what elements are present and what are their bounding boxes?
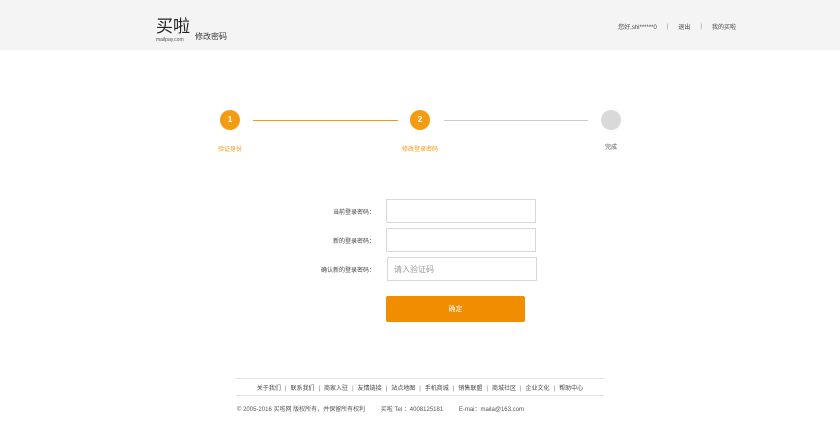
- footer-divider: |: [284, 386, 287, 392]
- step-1-label: 验证身份: [217, 147, 243, 153]
- copyright-line: © 2005-2016 买啦网 版权所有，并保留所有权利 买啦 Tel ：400…: [237, 404, 538, 413]
- footer-divider: |: [385, 386, 388, 392]
- confirm-password-row: 确认新的登录密码：: [0, 257, 840, 281]
- current-password-row: 当前登录密码：: [0, 199, 840, 223]
- step-connector-1: [253, 120, 398, 121]
- footer-divider-bottom: [236, 395, 604, 396]
- footer-divider: |: [553, 386, 556, 392]
- new-password-field[interactable]: [386, 228, 536, 252]
- footer-link-help[interactable]: 帮助中心: [559, 386, 583, 392]
- page-title: 修改密码: [195, 32, 227, 41]
- footer-link-merchant[interactable]: 商家入驻: [324, 386, 348, 392]
- current-password-label: 当前登录密码：: [332, 210, 375, 216]
- footer-links: 关于我们 | 联系我们 | 商家入驻 | 友情链接 | 站点地图 | 手机商城 | 销售联盟 | 商城社区 |…: [236, 383, 604, 392]
- logout-link[interactable]: 退出: [678, 22, 690, 31]
- copyright-text: © 2005-2016 买啦网 版权所有，并保留所有权利: [237, 407, 366, 413]
- nav-divider: |: [666, 23, 669, 30]
- footer-link-culture[interactable]: 企业文化: [526, 386, 550, 392]
- footer-divider: |: [318, 386, 321, 392]
- footer-link-community[interactable]: 商城社区: [492, 386, 516, 392]
- user-nav: 您好,shi******0 | 退出 | 我的买啦: [618, 22, 736, 32]
- step-2-label: 修改登录密码: [401, 147, 439, 153]
- footer-link-contact[interactable]: 联系我们: [290, 386, 314, 392]
- step-3-label: 完成: [604, 145, 618, 151]
- confirm-button[interactable]: 确定: [386, 296, 525, 322]
- step-1-circle: 1: [220, 110, 240, 130]
- footer-divider: |: [352, 386, 354, 392]
- footer-link-about[interactable]: 关于我们: [257, 386, 281, 392]
- footer-divider: |: [519, 386, 522, 392]
- confirm-password-label: 确认新的登录密码：: [320, 268, 375, 274]
- new-password-label: 新的登录密码：: [332, 239, 375, 245]
- footer-email: E-mai：maila@163.com: [458, 407, 524, 413]
- step-2-circle: 2: [410, 110, 430, 130]
- footer-divider: |: [452, 386, 455, 392]
- new-password-row: 新的登录密码：: [0, 228, 840, 252]
- footer-divider: |: [419, 386, 421, 392]
- user-greeting[interactable]: 您好,shi******0: [618, 22, 657, 31]
- footer-divider-top: [236, 378, 604, 379]
- nav-divider: |: [700, 23, 702, 30]
- step-3-circle: [601, 110, 621, 130]
- footer-phone: 买啦 Tel ：4008125181: [380, 407, 444, 413]
- progress-steps: 1 2 验证身份 修改登录密码 完成: [0, 110, 840, 160]
- logo-text: 买啦: [156, 17, 190, 37]
- confirm-password-field[interactable]: [387, 257, 537, 281]
- footer-link-mobile[interactable]: 手机商城: [425, 386, 449, 392]
- step-connector-2: [444, 120, 588, 121]
- site-logo[interactable]: 买啦 mailpay.com: [156, 17, 190, 44]
- logo-domain: mailpay.com: [156, 37, 184, 43]
- footer-divider: |: [486, 386, 488, 392]
- top-header: 买啦 mailpay.com 修改密码 您好,shi******0 | 退出 |…: [0, 0, 840, 50]
- footer-link-sitemap[interactable]: 站点地图: [391, 386, 415, 392]
- my-purchases-link[interactable]: 我的买啦: [712, 22, 736, 31]
- footer-link-friends[interactable]: 友情链接: [358, 386, 382, 392]
- current-password-field[interactable]: [386, 199, 536, 223]
- footer-link-affiliate[interactable]: 销售联盟: [458, 386, 482, 392]
